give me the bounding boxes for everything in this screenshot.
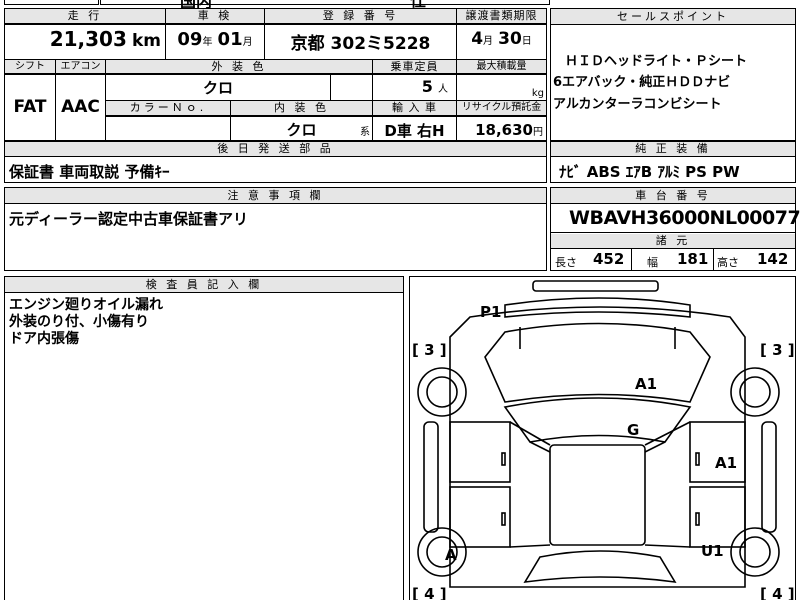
label-a1-hood: A1 [635, 375, 657, 393]
transfer-deadline-value-cell: 4月 30日 [457, 29, 546, 59]
tire-fl-shape [417, 367, 467, 417]
vehicle-info-table: 走 行 車 検 登 録 番 号 譲渡書類期限 21,303 km 09年 01月… [4, 8, 547, 141]
capacity-unit: 人 [438, 84, 448, 95]
inspection-header: 車 検 [166, 9, 264, 24]
hood-shape [484, 322, 711, 403]
color-no-header: カラーＮｏ. [106, 101, 230, 116]
recycle-value-cell: 18,630円 [457, 120, 546, 139]
dimensions-row: 長さ 452 幅 181 高さ 142 [551, 249, 795, 270]
chassis-value-frame: WBAVH36000NL00077 [551, 204, 800, 233]
recycle-header: リサイクル預託金 [457, 101, 546, 116]
roof-shape [549, 444, 646, 546]
left-rear-door-shape [449, 486, 511, 548]
accessories-box: 後 日 発 送 部 品 保証書 車両取説 予備ｷｰ [4, 141, 547, 183]
dimensions-header: 諸 元 [551, 234, 795, 249]
sales-points-box: セールスポイント ＨＩＤヘッドライト・Ｐシート 6エアバック・純正ＨＤＤナビ ア… [550, 8, 796, 141]
label-a1-right: A1 [715, 454, 737, 472]
sales-point-line-3: アルカンターラコンビシート [553, 97, 722, 112]
max-load-unit: kg [531, 88, 544, 99]
tire-label-rl: [ 4 ] [412, 585, 447, 600]
ac-value: AAC [61, 97, 100, 117]
exterior-color-value: クロ [202, 79, 233, 97]
inspector-line-3: ドア内張傷 [9, 331, 79, 347]
inspector-header: 検 査 員 記 入 欄 [5, 277, 403, 293]
inspection-value-cell: 09年 01月 [166, 29, 264, 59]
width-value: 181 [677, 250, 709, 268]
top-cut-strip: 国内 仕 [0, 0, 800, 11]
length-value: 452 [593, 250, 625, 268]
transfer-month-unit: 月 [483, 36, 494, 47]
inspector-line-2: 外装のり付、小傷有り [9, 314, 149, 330]
tire-fr-shape [730, 367, 780, 417]
interior-color-cell: クロ 系 [231, 119, 372, 140]
accessories-header: 後 日 発 送 部 品 [5, 142, 546, 157]
tire-label-fl: [ 3 ] [412, 341, 447, 359]
ac-header: エアコン [56, 60, 105, 74]
car-diagram-box: P1 A1 G A1 A U1 [ 3 ] [ 3 ] [ 4 ] [ 4 ] [409, 276, 796, 600]
capacity-value-cell: 5 人 [373, 77, 456, 96]
mileage-unit: km [131, 31, 161, 51]
left-front-door-shape [449, 421, 511, 483]
inspection-year: 09 [177, 29, 203, 50]
accessories-value: 保証書 車両取説 予備ｷｰ [9, 163, 170, 181]
car-diagram: P1 A1 G A1 A U1 [ 3 ] [ 3 ] [ 4 ] [ 4 ] [412, 280, 795, 600]
sales-point-line-1: ＨＩＤヘッドライト・Ｐシート [565, 54, 748, 69]
import-value: D車 右H [384, 122, 445, 140]
height-label: 高さ [717, 256, 739, 269]
registration-header: 登 録 番 号 [265, 9, 456, 24]
right-front-door-shape [689, 421, 746, 483]
rear-window-shape [523, 550, 677, 584]
tire-rl-shape [417, 527, 467, 577]
capacity-header: 乗車定員 [373, 60, 456, 74]
tire-rr-shape [730, 527, 780, 577]
mileage-value: 21,303 [49, 27, 127, 51]
registration-value-cell: 京都 302ミ5228 [265, 29, 456, 59]
front-bumper-shape [532, 280, 659, 292]
notes-header: 注 意 事 項 欄 [5, 188, 546, 204]
transfer-deadline-header: 譲渡書類期限 [457, 9, 546, 24]
interior-color-value: クロ [286, 121, 317, 139]
equipment-value: ﾅﾋﾞ ABS ｴｱB ｱﾙﾐ PS PW [559, 163, 740, 181]
tire-label-rr: [ 4 ] [760, 585, 795, 600]
notes-value: 元ディーラー認定中古車保証書アリ [9, 210, 248, 228]
interior-color-header: 内 装 色 [231, 101, 372, 116]
label-g-windshield: G [627, 421, 639, 439]
equipment-box: 純 正 装 備 ﾅﾋﾞ ABS ｴｱB ｱﾙﾐ PS PW [550, 141, 796, 183]
inspector-box: 検 査 員 記 入 欄 エンジン廻りオイル漏れ 外装のり付、小傷有り ドア内張傷 [4, 276, 404, 600]
inspection-year-unit: 年 [202, 37, 213, 48]
length-label: 長さ [555, 256, 577, 269]
inspection-month: 01 [217, 29, 243, 50]
recycle-unit: 円 [533, 127, 543, 138]
exterior-color-header: 外 装 色 [106, 60, 372, 74]
chassis-value: WBAVH36000NL00077 [569, 207, 800, 229]
sales-point-line-2: 6エアバック・純正ＨＤＤナビ [553, 75, 731, 90]
label-a-left: A [445, 546, 457, 564]
import-header: 輸 入 車 [373, 101, 456, 116]
label-p1: P1 [480, 303, 501, 321]
mileage-header: 走 行 [5, 9, 165, 24]
mileage-value-cell: 21,303 km [5, 27, 165, 57]
inspection-month-unit: 月 [242, 37, 253, 48]
interior-color-unit: 系 [360, 127, 370, 138]
tire-label-fr: [ 3 ] [760, 341, 795, 359]
transfer-day: 30 [498, 29, 522, 49]
height-value: 142 [757, 250, 789, 268]
shift-value: FAT [13, 97, 47, 117]
notes-box: 注 意 事 項 欄 元ディーラー認定中古車保証書アリ [4, 187, 547, 271]
equipment-header: 純 正 装 備 [551, 142, 795, 157]
transfer-month: 4 [471, 29, 484, 49]
chassis-header: 車 台 番 号 [551, 188, 795, 204]
chassis-box: 車 台 番 号 WBAVH36000NL00077 諸 元 長さ 452 幅 1… [550, 187, 800, 271]
recycle-value: 18,630 [475, 121, 533, 139]
inspector-line-1: エンジン廻りオイル漏れ [9, 297, 163, 313]
max-load-header: 最大積載量 [457, 60, 546, 74]
registration-value: 京都 302ミ5228 [290, 34, 431, 54]
sales-points-header: セールスポイント [551, 9, 795, 25]
shift-header: シフト [5, 60, 55, 74]
width-label: 幅 [647, 256, 658, 269]
label-u1-right: U1 [701, 542, 724, 560]
transfer-day-unit: 日 [521, 36, 532, 47]
capacity-value: 5 [421, 77, 433, 96]
